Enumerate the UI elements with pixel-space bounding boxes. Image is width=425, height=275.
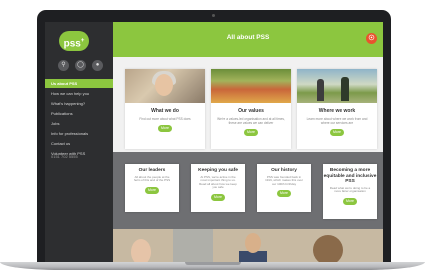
card-keeping-you-safe: Keeping you safe At PSS, we're active in…: [191, 164, 245, 212]
nav-item-professionals[interactable]: Info for professionals: [45, 129, 113, 138]
laptop-notch: [185, 262, 241, 265]
card-text: Find out more about what PSS does: [139, 117, 191, 121]
card-what-we-do: What we do Find out more about what PSS …: [125, 69, 205, 149]
page-title: All about PSS: [226, 34, 270, 41]
more-button[interactable]: More: [158, 125, 172, 132]
pss-logo[interactable]: pss+: [59, 31, 89, 51]
nav-item-help[interactable]: How we can help you: [45, 89, 113, 98]
nav-item-happening[interactable]: What's happening?: [45, 99, 113, 108]
nav-item-about[interactable]: Us about PSS: [45, 79, 113, 88]
card-text: Learn more about where we work from and …: [306, 117, 368, 125]
webcam: [212, 14, 215, 17]
more-button[interactable]: More: [277, 190, 291, 198]
card-photo: [297, 69, 377, 103]
card-our-history: Our history PSS was founded back in 1919…: [257, 164, 311, 212]
card-text: Read what we're doing to be a more faire…: [329, 185, 371, 194]
accessibility-icon[interactable]: ☉: [366, 33, 377, 44]
card-equitable-inclusive: Becoming a more equitable and inclusive …: [323, 164, 377, 219]
card-title: Our leaders: [138, 168, 166, 173]
nav-item-jobs[interactable]: Jobs: [45, 119, 113, 128]
more-button[interactable]: More: [244, 129, 258, 136]
laptop-bezel: pss+ ⚲ ◯ ● Us about PSS How we can help …: [37, 10, 391, 262]
card-title: Our history: [271, 168, 297, 173]
card-our-leaders: Our leaders All about the people at the …: [125, 164, 179, 212]
card-photo: [125, 69, 205, 103]
card-text: We're a values-led organisation and at a…: [217, 117, 285, 125]
phone-number[interactable]: 0151 702 5555: [51, 154, 78, 159]
feature-cards-row: What we do Find out more about what PSS …: [113, 57, 383, 152]
card-title: Keeping you safe: [198, 168, 238, 173]
info-cards-row: Our leaders All about the people at the …: [113, 152, 383, 229]
card-title: Where we work: [318, 108, 356, 114]
card-title: Becoming a more equitable and inclusive …: [323, 168, 377, 184]
more-button[interactable]: More: [330, 129, 344, 136]
laptop-screen: pss+ ⚲ ◯ ● Us about PSS How we can help …: [45, 22, 383, 262]
more-button[interactable]: More: [145, 186, 159, 194]
search-icon[interactable]: ⚲: [58, 60, 69, 71]
sidebar-icon-row: ⚲ ◯ ●: [58, 60, 103, 71]
card-where-we-work: Where we work Learn more about where we …: [297, 69, 377, 149]
card-text: PSS was founded back in 1919, which make…: [265, 174, 303, 186]
sidebar-nav: Us about PSS How we can help you What's …: [45, 79, 113, 159]
nav-item-publications[interactable]: Publications: [45, 109, 113, 118]
more-button[interactable]: More: [211, 193, 225, 201]
card-title: What we do: [151, 108, 179, 114]
photo-banner: [113, 229, 383, 262]
sidebar: pss+ ⚲ ◯ ● Us about PSS How we can help …: [45, 22, 113, 262]
card-title: Our values: [238, 108, 264, 114]
globe-icon[interactable]: ◯: [75, 60, 86, 71]
more-button[interactable]: More: [343, 197, 357, 205]
card-our-values: Our values We're a values-led organisati…: [211, 69, 291, 149]
nav-item-contact[interactable]: Contact us: [45, 139, 113, 148]
card-text: All about the people at the helm of this…: [133, 174, 171, 183]
user-icon[interactable]: ●: [92, 60, 103, 71]
header-bar: All about PSS ☉: [113, 22, 383, 57]
card-photo: [211, 69, 291, 103]
card-text: At PSS, we're active in the most importa…: [199, 174, 237, 190]
main-content: All about PSS ☉ What we do Find out more…: [113, 22, 383, 262]
